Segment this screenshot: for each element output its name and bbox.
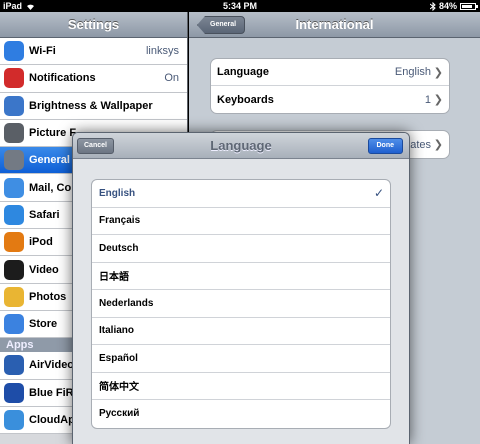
- sidebar-item-value: linksys: [145, 45, 179, 58]
- language-option[interactable]: Nederlands: [92, 290, 390, 318]
- language-option-label: 日本語: [99, 272, 129, 284]
- bluefire-icon: [4, 382, 24, 403]
- status-bar: iPad 5:34 PM 84%: [0, 0, 480, 12]
- keyboards-row[interactable]: Keyboards 1 ❯: [211, 86, 449, 113]
- language-list: English ✓ Français Deutsch 日本語 Nederlands Ital…: [91, 179, 391, 429]
- sidebar-app-label: CloudAp: [29, 414, 75, 426]
- language-option[interactable]: 日本語: [92, 263, 390, 290]
- photos-icon: [4, 286, 24, 307]
- sidebar-item-label: Photos: [29, 290, 67, 303]
- sidebar-item-label: Store: [29, 318, 58, 331]
- mail-icon: [4, 177, 24, 198]
- sidebar-item-label: Notifications: [29, 72, 96, 85]
- language-option[interactable]: Español: [92, 345, 390, 373]
- international-settings-group: Language English ❯ Keyboards 1 ❯: [210, 58, 450, 114]
- ipod-icon: [4, 232, 24, 253]
- sidebar-item-label: Mail, Co: [29, 181, 72, 194]
- cloudapp-icon: [4, 410, 24, 430]
- language-option[interactable]: Français: [92, 208, 390, 235]
- language-option-label: Español: [99, 352, 138, 364]
- video-icon: [4, 259, 24, 280]
- sidebar-item-brightness[interactable]: Brightness & Wallpaper: [0, 92, 187, 120]
- language-option[interactable]: Italiano: [92, 318, 390, 345]
- language-picker-modal: Language Cancel Done English ✓ Français Deu…: [72, 132, 410, 444]
- sidebar-item-label: iPod: [29, 236, 53, 249]
- sidebar-item-label: Brightness & Wallpaper: [29, 99, 153, 112]
- done-button[interactable]: Done: [367, 138, 403, 154]
- battery-percent: 84%: [438, 1, 457, 11]
- back-general-button[interactable]: General: [197, 16, 246, 34]
- chevron-right-icon: ❯: [433, 94, 443, 106]
- status-time: 5:34 PM: [222, 1, 257, 11]
- keyboards-row-value: 1: [424, 93, 431, 106]
- language-row[interactable]: Language English ❯: [211, 59, 449, 86]
- sidebar-item-label: General: [29, 154, 70, 167]
- settings-title: Settings: [0, 12, 187, 38]
- language-option-label: 简体中文: [99, 382, 139, 394]
- language-option[interactable]: Deutsch: [92, 235, 390, 263]
- language-option-label: Italiano: [99, 325, 135, 337]
- language-option-label: Français: [99, 215, 141, 227]
- airvideo-icon: [4, 355, 24, 376]
- sidebar-item-label: Video: [29, 263, 59, 276]
- language-option-label: Deutsch: [99, 242, 139, 254]
- sidebar-item-notifications[interactable]: Notifications On: [0, 65, 187, 93]
- language-option-label: English: [99, 187, 136, 199]
- notifications-icon: [4, 68, 24, 89]
- battery-icon: [460, 2, 478, 10]
- language-option-label: Nederlands: [99, 297, 154, 309]
- bluetooth-icon: [429, 1, 436, 11]
- safari-icon: [4, 204, 24, 225]
- sidebar-app-label: AirVideo: [29, 359, 75, 372]
- language-option[interactable]: Русский: [92, 400, 390, 428]
- store-icon: [4, 314, 24, 335]
- language-option-label: Русский: [99, 408, 140, 420]
- sidebar-item-label: Wi-Fi: [29, 45, 56, 58]
- sidebar-item-wifi[interactable]: Wi-Fi linksys: [0, 38, 187, 66]
- chevron-right-icon: ❯: [433, 66, 443, 79]
- language-option[interactable]: 简体中文: [92, 373, 390, 400]
- modal-navbar: Language Cancel Done: [73, 133, 409, 159]
- language-row-value: English: [394, 66, 431, 78]
- detail-navbar: International General: [189, 12, 480, 38]
- wifi-icon: [4, 41, 24, 62]
- keyboards-row-label: Keyboards: [217, 93, 274, 106]
- picture-frame-icon: [4, 123, 24, 144]
- brightness-icon: [4, 95, 24, 116]
- sidebar-app-label: Blue FiR: [29, 386, 74, 399]
- sidebar-item-label: Picture F: [29, 127, 77, 140]
- sidebar-item-label: Safari: [29, 208, 60, 221]
- gear-icon: [4, 150, 24, 171]
- language-row-label: Language: [217, 66, 269, 78]
- language-option[interactable]: English ✓: [92, 180, 390, 208]
- checkmark-icon: ✓: [373, 186, 384, 201]
- chevron-right-icon: ❯: [433, 139, 443, 151]
- modal-title: Language: [210, 138, 272, 153]
- cancel-button[interactable]: Cancel: [77, 138, 114, 154]
- sidebar-item-value: On: [164, 72, 179, 85]
